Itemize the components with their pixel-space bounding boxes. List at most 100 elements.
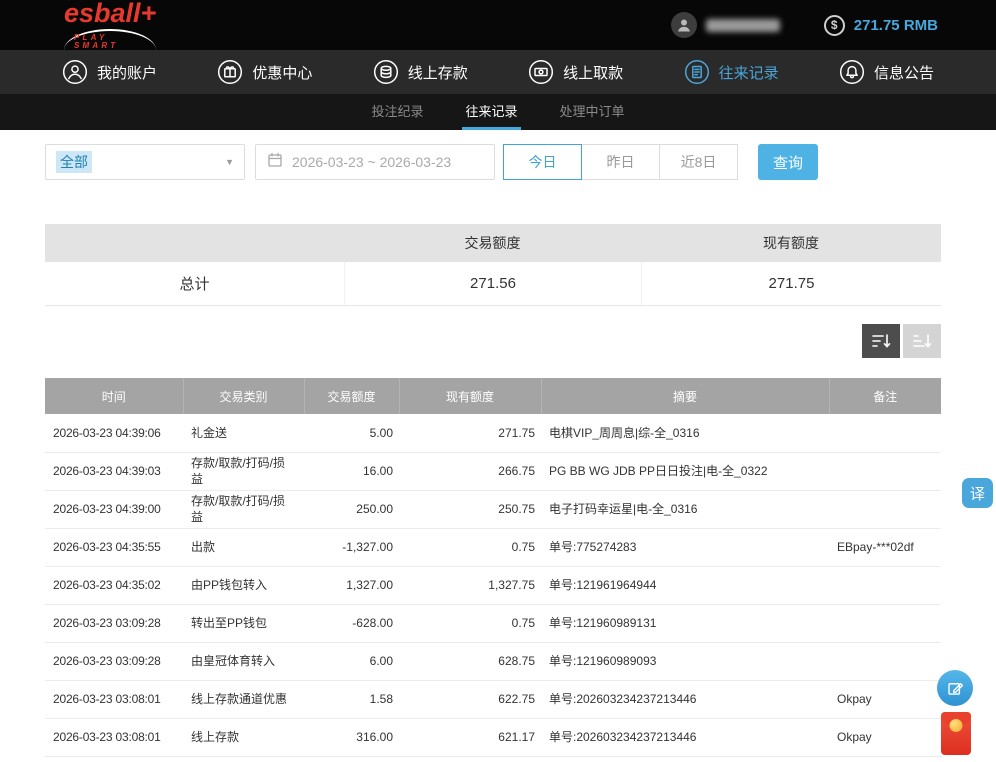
cell-summary: 单号:202603234237213446 — [541, 718, 829, 756]
user-account-menu[interactable] — [671, 12, 780, 38]
nav-label: 往来记录 — [719, 62, 779, 83]
nav-label: 线上存款 — [408, 62, 468, 83]
cell-time: 2026-03-23 04:35:55 — [45, 528, 183, 566]
nav-item-announcements[interactable]: 信息公告 — [839, 59, 934, 85]
cell-time: 2026-03-23 03:09:28 — [45, 642, 183, 680]
cell-balance: 250.75 — [399, 490, 541, 528]
cell-time: 2026-03-23 04:39:03 — [45, 452, 183, 490]
summary-header-balance: 现有额度 — [641, 224, 941, 262]
user-circle-icon — [62, 59, 88, 85]
today-button[interactable]: 今日 — [503, 144, 582, 180]
records-header-row: 时间 交易类别 交易额度 现有额度 摘要 备注 — [45, 378, 941, 414]
username-blurred — [706, 19, 780, 32]
main-nav: 我的账户 优惠中心 线上存款 线上取款 往来记录 信息公告 — [0, 50, 996, 94]
date-range-input[interactable]: 2026-03-23 ~ 2026-03-23 — [255, 144, 495, 180]
cell-balance: 621.17 — [399, 718, 541, 756]
logo-tagline: PLAY SMART — [64, 29, 156, 50]
cell-type: 礼金送 — [183, 414, 304, 452]
table-row: 2026-03-23 04:39:06 礼金送 5.00 271.75 电棋VI… — [45, 414, 941, 452]
table-row: 2026-03-23 03:09:28 由皇冠体育转入 6.00 628.75 … — [45, 642, 941, 680]
sort-controls — [45, 324, 941, 358]
nav-item-online-withdrawal[interactable]: 线上取款 — [528, 59, 623, 85]
sub-nav: 投注纪录 往来记录 处理中订单 — [0, 94, 996, 130]
chevron-down-icon: ▼ — [225, 157, 234, 167]
table-row: 2026-03-23 04:35:55 出款 -1,327.00 0.75 单号… — [45, 528, 941, 566]
cell-remark — [829, 642, 941, 680]
cell-type: 存款/取款/打码/损益 — [183, 452, 304, 490]
cell-balance: 622.75 — [399, 680, 541, 718]
tab-processing-orders[interactable]: 处理中订单 — [557, 94, 628, 130]
summary-table: 交易额度 现有额度 总计 271.56 271.75 — [45, 224, 941, 306]
cell-time: 2026-03-23 03:08:01 — [45, 680, 183, 718]
summary-total-balance: 271.75 — [641, 262, 941, 305]
table-row: 2026-03-23 03:09:28 转出至PP钱包 -628.00 0.75… — [45, 604, 941, 642]
search-button[interactable]: 查询 — [758, 144, 818, 180]
cell-summary: 单号:121960989093 — [541, 642, 829, 680]
nav-item-online-deposit[interactable]: 线上存款 — [373, 59, 468, 85]
cell-balance: 0.75 — [399, 604, 541, 642]
nav-label: 线上取款 — [563, 62, 623, 83]
balance-amount: 271.75 RMB — [854, 17, 938, 34]
col-header-type: 交易类别 — [183, 378, 304, 414]
cell-remark — [829, 490, 941, 528]
tab-betting-records[interactable]: 投注纪录 — [368, 94, 426, 130]
nav-item-promotions[interactable]: 优惠中心 — [217, 59, 312, 85]
cell-amount: 250.00 — [304, 490, 399, 528]
cell-type: 线上存款 — [183, 718, 304, 756]
brand-logo[interactable]: esball+ PLAY SMART — [64, 0, 156, 50]
cell-amount: 1.58 — [304, 680, 399, 718]
cell-amount: -1,327.00 — [304, 528, 399, 566]
nav-label: 我的账户 — [97, 62, 157, 83]
edit-note-button[interactable] — [937, 670, 973, 706]
sort-ascending-icon — [912, 332, 932, 350]
sort-ascending-button[interactable] — [903, 324, 941, 358]
cell-balance: 1,327.75 — [399, 566, 541, 604]
content-area: 全部 ▼ 2026-03-23 ~ 2026-03-23 今日 昨日 近8日 查… — [45, 144, 941, 757]
tab-transaction-records[interactable]: 往来记录 — [462, 94, 520, 130]
col-header-remark: 备注 — [829, 378, 941, 414]
cell-remark — [829, 566, 941, 604]
date-range-value: 2026-03-23 ~ 2026-03-23 — [292, 154, 451, 170]
user-icon — [676, 17, 692, 33]
cell-time: 2026-03-23 04:39:00 — [45, 490, 183, 528]
sort-descending-icon — [871, 332, 891, 350]
records-table: 时间 交易类别 交易额度 现有额度 摘要 备注 2026-03-23 04:39… — [45, 378, 941, 757]
table-row: 2026-03-23 04:39:03 存款/取款/打码/损益 16.00 26… — [45, 452, 941, 490]
cell-summary: 单号:121960989131 — [541, 604, 829, 642]
cell-time: 2026-03-23 03:09:28 — [45, 604, 183, 642]
cell-amount: 5.00 — [304, 414, 399, 452]
red-envelope-button[interactable] — [941, 712, 971, 755]
yesterday-button[interactable]: 昨日 — [581, 144, 660, 180]
avatar — [671, 12, 697, 38]
category-select[interactable]: 全部 ▼ — [45, 144, 245, 180]
sort-descending-button[interactable] — [862, 324, 900, 358]
cell-time: 2026-03-23 04:39:06 — [45, 414, 183, 452]
last-8-days-button[interactable]: 近8日 — [659, 144, 738, 180]
cell-type: 线上存款通道优惠 — [183, 680, 304, 718]
cell-summary: PG BB WG JDB PP日日投注|电-全_0322 — [541, 452, 829, 490]
calendar-icon — [267, 152, 283, 173]
nav-label: 信息公告 — [874, 62, 934, 83]
cell-balance: 0.75 — [399, 528, 541, 566]
col-header-balance: 现有额度 — [399, 378, 541, 414]
nav-item-my-account[interactable]: 我的账户 — [62, 59, 157, 85]
summary-total-row: 总计 271.56 271.75 — [45, 262, 941, 306]
nav-label: 优惠中心 — [252, 62, 312, 83]
cell-time: 2026-03-23 04:35:02 — [45, 566, 183, 604]
record-document-icon — [684, 59, 710, 85]
cell-amount: 1,327.00 — [304, 566, 399, 604]
quick-date-buttons: 今日 昨日 近8日 — [503, 144, 738, 180]
logo-text: esball+ — [64, 0, 156, 27]
cell-summary: 单号:121961964944 — [541, 566, 829, 604]
gift-icon — [217, 59, 243, 85]
summary-header-empty — [45, 224, 344, 262]
wallet-balance[interactable]: $ 271.75 RMB — [824, 15, 938, 36]
cell-amount: 16.00 — [304, 452, 399, 490]
summary-total-transaction: 271.56 — [344, 262, 641, 305]
translate-button[interactable]: 译 — [962, 478, 993, 508]
nav-item-transaction-records[interactable]: 往来记录 — [684, 59, 779, 85]
cell-remark — [829, 452, 941, 490]
cell-summary: 单号:202603234237213446 — [541, 680, 829, 718]
cell-balance: 628.75 — [399, 642, 541, 680]
bell-icon — [839, 59, 865, 85]
